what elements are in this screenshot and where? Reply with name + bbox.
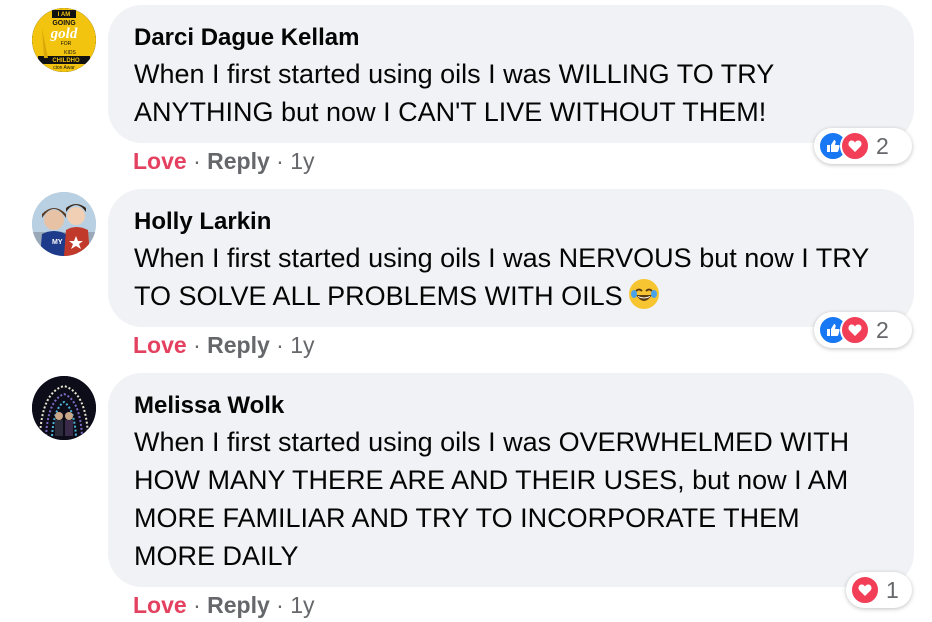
comment-bubble: Melissa Wolk When I first started using … — [108, 373, 914, 587]
profile-photo-icon — [32, 376, 96, 440]
svg-text:gold: gold — [50, 26, 78, 42]
separator: · — [276, 332, 284, 358]
reaction-count: 2 — [876, 316, 889, 343]
comment-text-content: When I first started using oils I was NE… — [134, 243, 869, 311]
svg-text:KIDS: KIDS — [64, 50, 76, 56]
svg-text:cion Awar: cion Awar — [53, 65, 75, 71]
separator: · — [276, 592, 284, 618]
reaction-summary[interactable]: 2 — [814, 128, 912, 164]
tears-of-joy-emoji-icon — [628, 279, 659, 309]
reaction-summary[interactable]: 1 — [846, 572, 912, 608]
timestamp[interactable]: 1y — [290, 592, 314, 618]
separator: · — [193, 148, 201, 174]
comment-actions: Love · Reply · 1y — [133, 332, 315, 359]
comment-text: When I first started using oils I was NE… — [134, 239, 888, 315]
svg-text:MY: MY — [52, 239, 63, 246]
love-button[interactable]: Love — [133, 592, 187, 618]
avatar[interactable] — [32, 376, 96, 440]
love-button[interactable]: Love — [133, 332, 187, 358]
comment-text: When I first started using oils I was OV… — [134, 427, 850, 571]
comment-author[interactable]: Holly Larkin — [134, 207, 888, 237]
reply-button[interactable]: Reply — [207, 148, 270, 174]
timestamp[interactable]: 1y — [290, 332, 314, 358]
svg-text:FOR: FOR — [61, 41, 72, 47]
reaction-count: 1 — [886, 576, 899, 603]
comment-bubble: Holly Larkin When I first started using … — [108, 189, 914, 327]
avatar[interactable]: I AM GOING gold FOR KIDS CHILDHO cion Aw… — [32, 8, 96, 72]
reply-button[interactable]: Reply — [207, 592, 270, 618]
comment-author[interactable]: Darci Dague Kellam — [134, 23, 888, 53]
comment-bubble: Darci Dague Kellam When I first started … — [108, 5, 914, 143]
comment-author[interactable]: Melissa Wolk — [134, 391, 888, 421]
love-icon — [840, 315, 870, 345]
separator: · — [193, 592, 201, 618]
profile-photo-icon: MY — [32, 192, 96, 256]
comment-actions: Love · Reply · 1y — [133, 592, 315, 619]
gold-ribbon-avatar-icon: I AM GOING gold FOR KIDS CHILDHO cion Aw… — [32, 8, 96, 72]
reaction-count: 2 — [876, 132, 889, 159]
svg-text:CHILDHO: CHILDHO — [52, 58, 80, 64]
love-icon — [840, 131, 870, 161]
comment-actions: Love · Reply · 1y — [133, 148, 315, 175]
separator: · — [193, 332, 201, 358]
svg-text:I AM: I AM — [58, 12, 70, 18]
reply-button[interactable]: Reply — [207, 332, 270, 358]
love-button[interactable]: Love — [133, 148, 187, 174]
timestamp[interactable]: 1y — [290, 148, 314, 174]
love-icon — [850, 575, 880, 605]
separator: · — [276, 148, 284, 174]
reaction-summary[interactable]: 2 — [814, 312, 912, 348]
avatar[interactable]: MY — [32, 192, 96, 256]
comment-text: When I first started using oils I was WI… — [134, 59, 774, 127]
